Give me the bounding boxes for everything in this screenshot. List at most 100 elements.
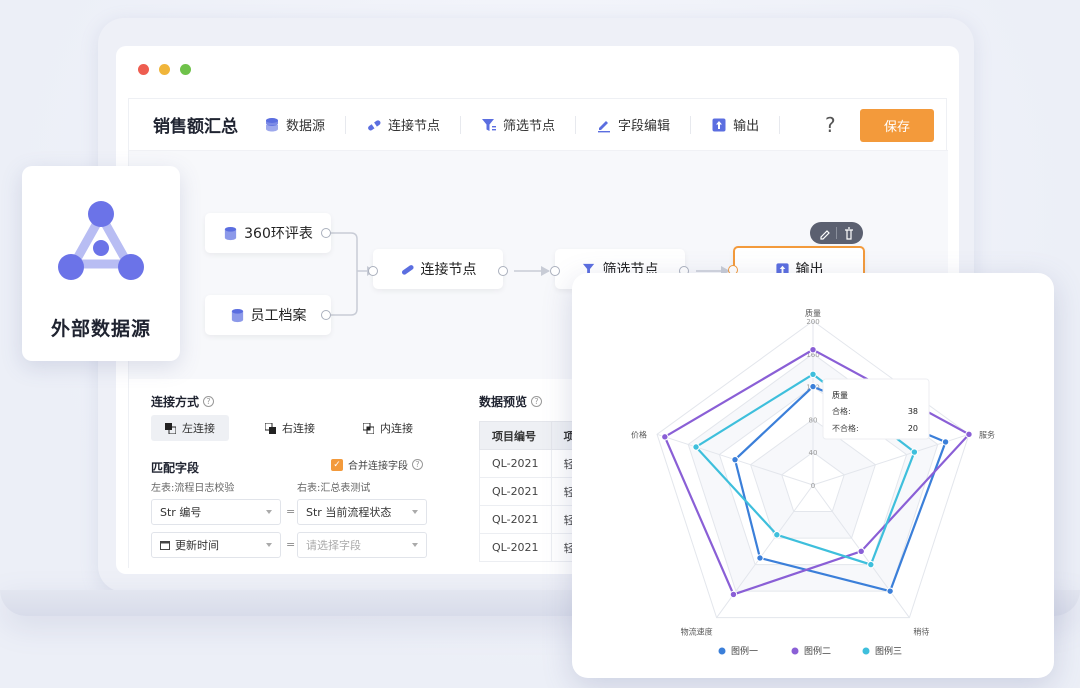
pencil-icon[interactable] — [820, 230, 830, 240]
join-type-title: 连接方式? — [151, 391, 215, 410]
right-field-select-1[interactable]: Str 当前流程状态 — [297, 499, 427, 525]
save-button[interactable]: 保存 — [860, 109, 934, 142]
data-point — [867, 560, 875, 569]
right-table-label: 右表:汇总表测试 — [297, 483, 371, 494]
output-port[interactable] — [498, 266, 508, 276]
indicator-label: 质量 — [805, 308, 821, 318]
left-field-select-2[interactable]: 更新时间 — [151, 532, 281, 558]
cell: QL-2021 — [479, 449, 552, 478]
equals-sign: = — [286, 538, 296, 551]
toolbar: 销售额汇总 数据源 连接节点 筛选节点 字段编辑 输出 ? 保存 — [129, 99, 948, 151]
database-icon — [266, 117, 278, 131]
left-join-button[interactable]: 左连接 — [151, 415, 229, 441]
indicator-label: 服务 — [979, 429, 995, 439]
output-port[interactable] — [321, 228, 331, 238]
legend-marker — [862, 647, 870, 655]
chevron-down-icon — [266, 543, 272, 547]
external-datasource-card: 外部数据源 — [22, 166, 180, 361]
trash-icon[interactable] — [845, 227, 853, 240]
toolbar-field-edit[interactable]: 字段编辑 — [596, 115, 692, 134]
legend-label: 图例二 — [804, 645, 831, 657]
toolbar-label: 输出 — [733, 119, 760, 134]
button-label: 左连接 — [182, 422, 215, 435]
legend-marker — [718, 647, 726, 655]
indicator-label: 物流速度 — [681, 627, 713, 637]
close-dot[interactable] — [138, 64, 149, 75]
help-icon[interactable]: ? — [203, 396, 215, 407]
data-point — [661, 433, 669, 441]
left-join-icon — [165, 422, 176, 434]
flow-node-source2[interactable]: 员工档案 — [205, 295, 331, 335]
maximize-dot[interactable] — [180, 64, 191, 75]
indicator-label: 价格 — [631, 429, 647, 439]
tick-label: 200 — [806, 318, 819, 326]
cell: QL-2021 — [479, 505, 552, 534]
select-value: Str 编号 — [160, 506, 202, 519]
left-table-label: 左表:流程日志校验 — [151, 483, 235, 494]
help-icon[interactable]: ? — [531, 396, 543, 407]
data-point — [809, 382, 817, 391]
tooltip-value: 20 — [908, 424, 918, 433]
equals-sign: = — [286, 505, 296, 518]
select-placeholder: 请选择字段 — [306, 539, 361, 552]
match-fields-title: 匹配字段 — [151, 461, 200, 475]
flow-node-source1[interactable]: 360环评表 — [205, 213, 331, 253]
input-port[interactable] — [368, 266, 378, 276]
data-point — [809, 370, 817, 379]
tooltip-title: 质量 — [832, 390, 848, 400]
chevron-down-icon — [266, 510, 272, 514]
button-label: 内连接 — [380, 422, 413, 435]
chevron-down-icon — [412, 510, 418, 514]
upload-icon — [712, 118, 726, 131]
output-port[interactable] — [321, 310, 331, 320]
tooltip-label: 合格: — [832, 406, 851, 416]
data-point — [886, 587, 894, 595]
help-icon[interactable]: ? — [412, 459, 423, 470]
button-label: 右连接 — [282, 422, 315, 435]
left-field-select-1[interactable]: Str 编号 — [151, 499, 281, 525]
tooltip-value: 38 — [908, 407, 918, 416]
toolbar-filter[interactable]: 筛选节点 — [481, 115, 577, 134]
input-port[interactable] — [550, 266, 560, 276]
chevron-down-icon — [412, 543, 418, 547]
data-point — [773, 531, 781, 539]
check-icon: ✓ — [331, 458, 343, 471]
toolbar-output[interactable]: 输出 — [711, 115, 781, 134]
help-icon[interactable]: ? — [825, 113, 836, 137]
minimize-dot[interactable] — [159, 64, 170, 75]
data-point — [729, 590, 738, 599]
right-join-button[interactable]: 右连接 — [251, 415, 329, 441]
data-point — [809, 346, 817, 354]
tick-label: 0 — [811, 482, 815, 490]
toolbar-join[interactable]: 连接节点 — [366, 115, 462, 134]
node-label: 连接节点 — [420, 262, 477, 278]
indicator-label: 稍待 — [913, 627, 929, 637]
data-point — [756, 554, 764, 562]
legend-marker — [791, 647, 799, 655]
toolbar-label: 连接节点 — [388, 119, 441, 134]
right-field-select-2[interactable]: 请选择字段 — [297, 532, 427, 558]
calendar-icon — [160, 541, 170, 550]
flow-node-join[interactable]: 连接节点 — [373, 249, 503, 289]
tick-label: 80 — [809, 416, 818, 424]
select-value: 更新时间 — [175, 539, 219, 552]
data-point — [857, 547, 865, 556]
page-title: 销售额汇总 — [153, 117, 238, 137]
preview-title: 数据预览? — [479, 391, 543, 410]
cell: QL-2021 — [479, 533, 552, 562]
inner-join-button[interactable]: 内连接 — [349, 415, 427, 441]
merge-fields-checkbox[interactable]: ✓ 合并连接字段? — [331, 457, 423, 472]
right-join-icon — [265, 422, 276, 434]
node-action-pill — [810, 222, 863, 244]
cell: QL-2021 — [479, 477, 552, 506]
data-point — [910, 448, 919, 456]
link-icon — [368, 119, 381, 130]
toolbar-label: 字段编辑 — [618, 119, 671, 134]
toolbar-label: 数据源 — [286, 119, 326, 134]
checkbox-label: 合并连接字段 — [348, 461, 408, 472]
toolbar-datasource[interactable]: 数据源 — [264, 115, 347, 134]
node-label: 员工档案 — [250, 308, 307, 324]
data-point — [731, 455, 739, 464]
radar-chart: 04080120160200质量服务稍待物流速度价格质量合格:38不合格:20图… — [631, 308, 995, 657]
edit-icon — [598, 120, 611, 132]
